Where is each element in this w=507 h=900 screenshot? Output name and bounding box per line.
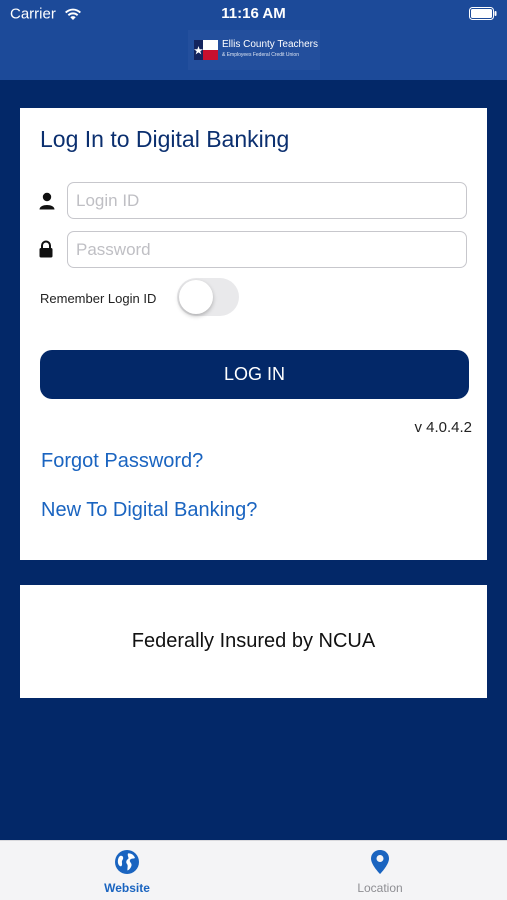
tab-location[interactable]: Location <box>320 849 440 895</box>
remember-login-toggle[interactable] <box>177 278 239 316</box>
texas-flag-icon <box>194 40 218 60</box>
tab-website-label: Website <box>104 881 150 895</box>
location-pin-icon <box>371 850 389 874</box>
login-button[interactable]: LOG IN <box>40 350 469 399</box>
ncua-card: Federally Insured by NCUA <box>20 585 487 698</box>
status-bar: Carrier 11:16 AM <box>0 0 507 28</box>
forgot-password-link[interactable]: Forgot Password? <box>41 450 203 473</box>
battery-icon <box>469 7 497 20</box>
logo-subtitle: & Employees Federal Credit Union <box>222 52 299 58</box>
tab-location-label: Location <box>357 881 403 895</box>
tab-bar: Website Location <box>0 840 507 900</box>
app-header: Carrier 11:16 AM Ellis County Teachers &… <box>0 0 507 80</box>
logo-name: Ellis County Teachers <box>222 39 318 50</box>
ncua-notice: Federally Insured by NCUA <box>131 630 376 652</box>
login-card: Log In to Digital Banking Remember Login… <box>20 108 487 560</box>
new-to-digital-banking-link[interactable]: New To Digital Banking? <box>41 499 257 522</box>
login-id-input[interactable] <box>67 182 467 219</box>
app-screen: Carrier 11:16 AM Ellis County Teachers &… <box>0 0 507 900</box>
toggle-knob <box>179 280 213 314</box>
status-time: 11:16 AM <box>221 5 286 22</box>
credit-union-logo: Ellis County Teachers & Employees Federa… <box>188 30 320 70</box>
login-title: Log In to Digital Banking <box>40 126 290 152</box>
password-input[interactable] <box>67 231 467 268</box>
app-version: v 4.0.4.2 <box>414 419 472 436</box>
tab-website[interactable]: Website <box>67 849 187 895</box>
lock-icon <box>39 240 53 258</box>
remember-login-label: Remember Login ID <box>40 291 157 306</box>
user-icon <box>39 192 55 210</box>
globe-icon <box>115 850 139 874</box>
